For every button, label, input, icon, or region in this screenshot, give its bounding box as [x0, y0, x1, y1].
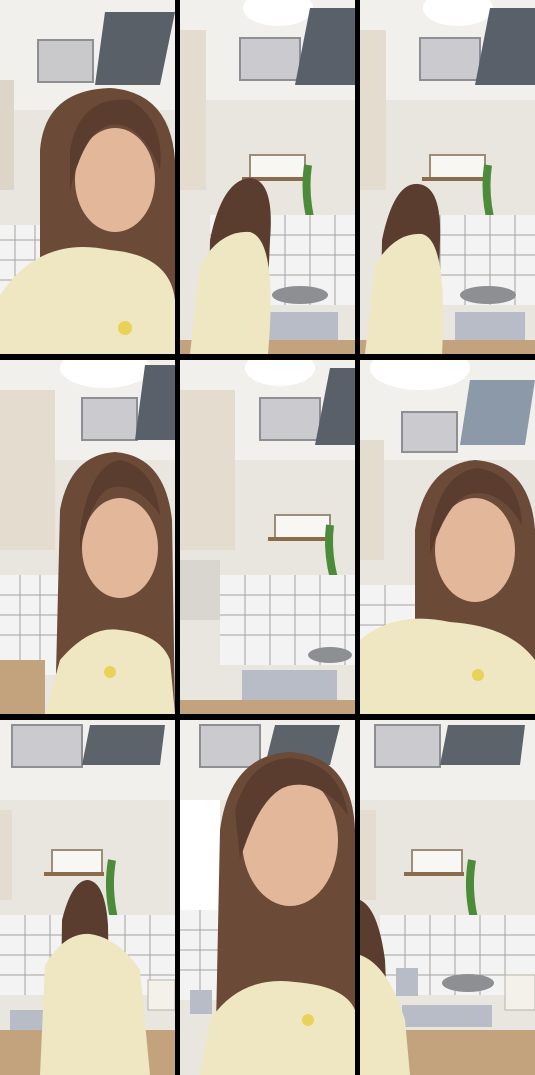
photo-frame-7 — [0, 720, 175, 1075]
kitchen-photo — [360, 720, 535, 1075]
photo-frame-4 — [0, 360, 175, 714]
kitchen-photo — [180, 360, 355, 714]
photo-collage — [0, 0, 535, 1075]
photo-frame-1 — [0, 0, 175, 354]
kitchen-photo — [0, 720, 175, 1075]
selfie-photo — [0, 360, 175, 714]
photo-frame-2 — [180, 0, 355, 354]
photo-frame-9 — [360, 720, 535, 1075]
selfie-photo — [360, 360, 535, 714]
photo-frame-3 — [360, 0, 535, 354]
selfie-photo — [180, 720, 355, 1075]
photo-frame-5 — [180, 360, 355, 714]
photo-frame-6 — [360, 360, 535, 714]
photo-frame-8 — [180, 720, 355, 1075]
kitchen-photo — [180, 0, 355, 354]
kitchen-photo — [360, 0, 535, 354]
selfie-photo — [0, 0, 175, 354]
